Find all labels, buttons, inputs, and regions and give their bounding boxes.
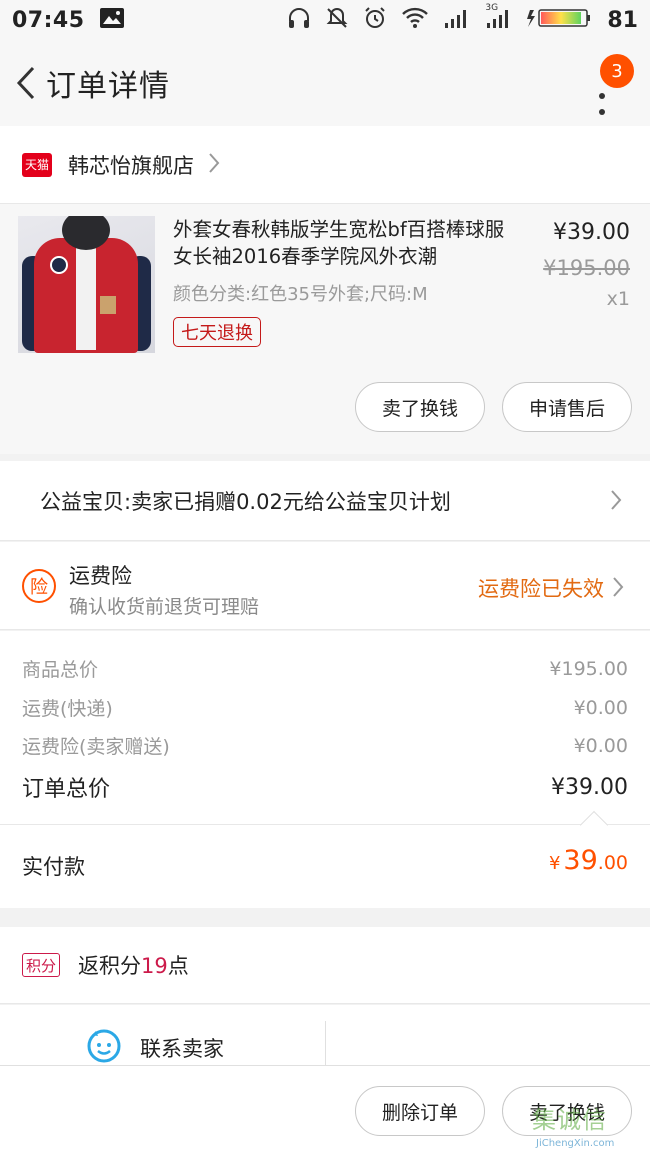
nav-bar: 订单详情 3 bbox=[0, 40, 650, 126]
charity-row[interactable]: 公益宝贝:卖家已捐赠0.02元给公益宝贝计划 bbox=[0, 461, 650, 541]
insurance-status: 运费险已失效 bbox=[478, 577, 604, 601]
after-sales-button[interactable]: 申请售后 bbox=[502, 382, 632, 432]
status-bar: 07:45 3G 81 bbox=[0, 0, 650, 40]
points-prefix: 返积分 bbox=[78, 954, 142, 978]
contact-row: 联系卖家 bbox=[0, 1005, 650, 1065]
status-time: 07:45 bbox=[12, 7, 85, 33]
summary-value: ¥195.00 bbox=[549, 657, 628, 680]
charity-text: 公益宝贝:卖家已捐赠0.02元给公益宝贝计划 bbox=[40, 489, 451, 514]
notification-badge: 3 bbox=[600, 54, 634, 88]
summary-value: ¥0.00 bbox=[573, 696, 628, 719]
summary-label: 运费(快递) bbox=[22, 698, 113, 720]
chat-face-icon[interactable] bbox=[86, 1027, 122, 1067]
product-card: 外套女春秋韩版学生宽松bf百搭棒球服女长袖2016春季学院风外衣潮 颜色分类:红… bbox=[0, 204, 650, 454]
tmall-logo: 天猫 bbox=[22, 152, 52, 177]
back-arrow-icon[interactable] bbox=[6, 40, 46, 126]
summary-label: 商品总价 bbox=[22, 659, 99, 681]
summary-value: ¥0.00 bbox=[573, 734, 628, 757]
product-title[interactable]: 外套女春秋韩版学生宽松bf百搭棒球服女长袖2016春季学院风外衣潮 bbox=[173, 216, 523, 270]
chevron-right-icon bbox=[208, 152, 220, 178]
signal-3g-icon: 3G bbox=[485, 3, 513, 33]
battery-level: 81 bbox=[607, 7, 638, 33]
summary-row-total: 订单总价 ¥39.00 bbox=[22, 771, 628, 803]
photo-notification-icon bbox=[99, 7, 125, 33]
jacket-badge bbox=[50, 256, 68, 274]
product-price: ¥39.00 bbox=[553, 220, 630, 245]
wifi-icon bbox=[401, 7, 429, 33]
product-quantity: x1 bbox=[606, 288, 630, 310]
insurance-icon: 险 bbox=[22, 569, 56, 603]
headphones-icon bbox=[287, 7, 311, 33]
points-suffix: 点 bbox=[167, 954, 189, 978]
more-menu-button[interactable]: 3 bbox=[584, 54, 634, 115]
product-image[interactable] bbox=[18, 216, 155, 353]
original-price: ¥195.00 bbox=[543, 256, 630, 280]
paid-decimal: .00 bbox=[597, 852, 628, 874]
chevron-right-icon bbox=[610, 489, 622, 515]
battery-charging-icon bbox=[527, 7, 593, 33]
sell-for-cash-button[interactable]: 卖了换钱 bbox=[355, 382, 485, 432]
points-row: 积分 返积分19点 bbox=[0, 927, 650, 1004]
signal-icon bbox=[443, 7, 471, 33]
delete-order-button[interactable]: 删除订单 bbox=[355, 1086, 485, 1136]
points-value: 19 bbox=[141, 954, 168, 978]
points-tag: 积分 bbox=[22, 953, 61, 977]
sell-for-cash-button[interactable]: 卖了换钱 bbox=[502, 1086, 632, 1136]
store-row[interactable]: 天猫 韩芯怡旗舰店 bbox=[0, 126, 650, 204]
order-total-value: ¥39.00 bbox=[551, 774, 628, 800]
status-icons: 3G 81 bbox=[287, 3, 638, 34]
paid-amount: ¥ 39 .00 bbox=[549, 845, 628, 876]
contact-seller-button[interactable]: 联系卖家 bbox=[140, 1033, 224, 1063]
alarm-icon bbox=[363, 6, 387, 34]
store-name: 韩芯怡旗舰店 bbox=[68, 153, 194, 178]
product-spec: 颜色分类:红色35号外套;尺码:M bbox=[173, 284, 428, 305]
shipping-insurance-row[interactable]: 险 运费险 确认收货前退货可理赔 运费险已失效 bbox=[0, 542, 650, 630]
insurance-subtitle: 确认收货前退货可理赔 bbox=[69, 596, 260, 618]
paid-currency: ¥ bbox=[548, 853, 561, 874]
chevron-right-icon bbox=[612, 576, 624, 602]
bottom-action-bar: 删除订单 卖了换钱 bbox=[0, 1065, 650, 1155]
points-text: 返积分19点 bbox=[78, 950, 189, 980]
paid-label: 实付款 bbox=[22, 855, 85, 879]
jacket-shirt bbox=[76, 240, 96, 350]
insurance-title: 运费险 bbox=[69, 564, 132, 588]
jacket-patch bbox=[100, 296, 116, 314]
summary-row-goods: 商品总价 ¥195.00 bbox=[22, 655, 628, 682]
more-dots-icon bbox=[598, 92, 606, 120]
divider bbox=[325, 1021, 326, 1065]
network-tag: 3G bbox=[485, 3, 499, 13]
order-total-label: 订单总价 bbox=[22, 777, 111, 802]
price-summary: 商品总价 ¥195.00 运费(快递) ¥0.00 运费险(卖家赠送) ¥0.0… bbox=[0, 631, 650, 824]
paid-integer: 39 bbox=[563, 845, 598, 876]
summary-label: 运费险(卖家赠送) bbox=[22, 736, 170, 758]
return-policy-badge: 七天退换 bbox=[173, 317, 261, 347]
summary-row-insurance: 运费险(卖家赠送) ¥0.00 bbox=[22, 732, 628, 759]
mute-icon bbox=[325, 6, 349, 34]
summary-row-shipping: 运费(快递) ¥0.00 bbox=[22, 694, 628, 721]
actual-payment-row: 实付款 ¥ 39 .00 bbox=[0, 810, 650, 908]
page-title: 订单详情 bbox=[46, 69, 170, 104]
